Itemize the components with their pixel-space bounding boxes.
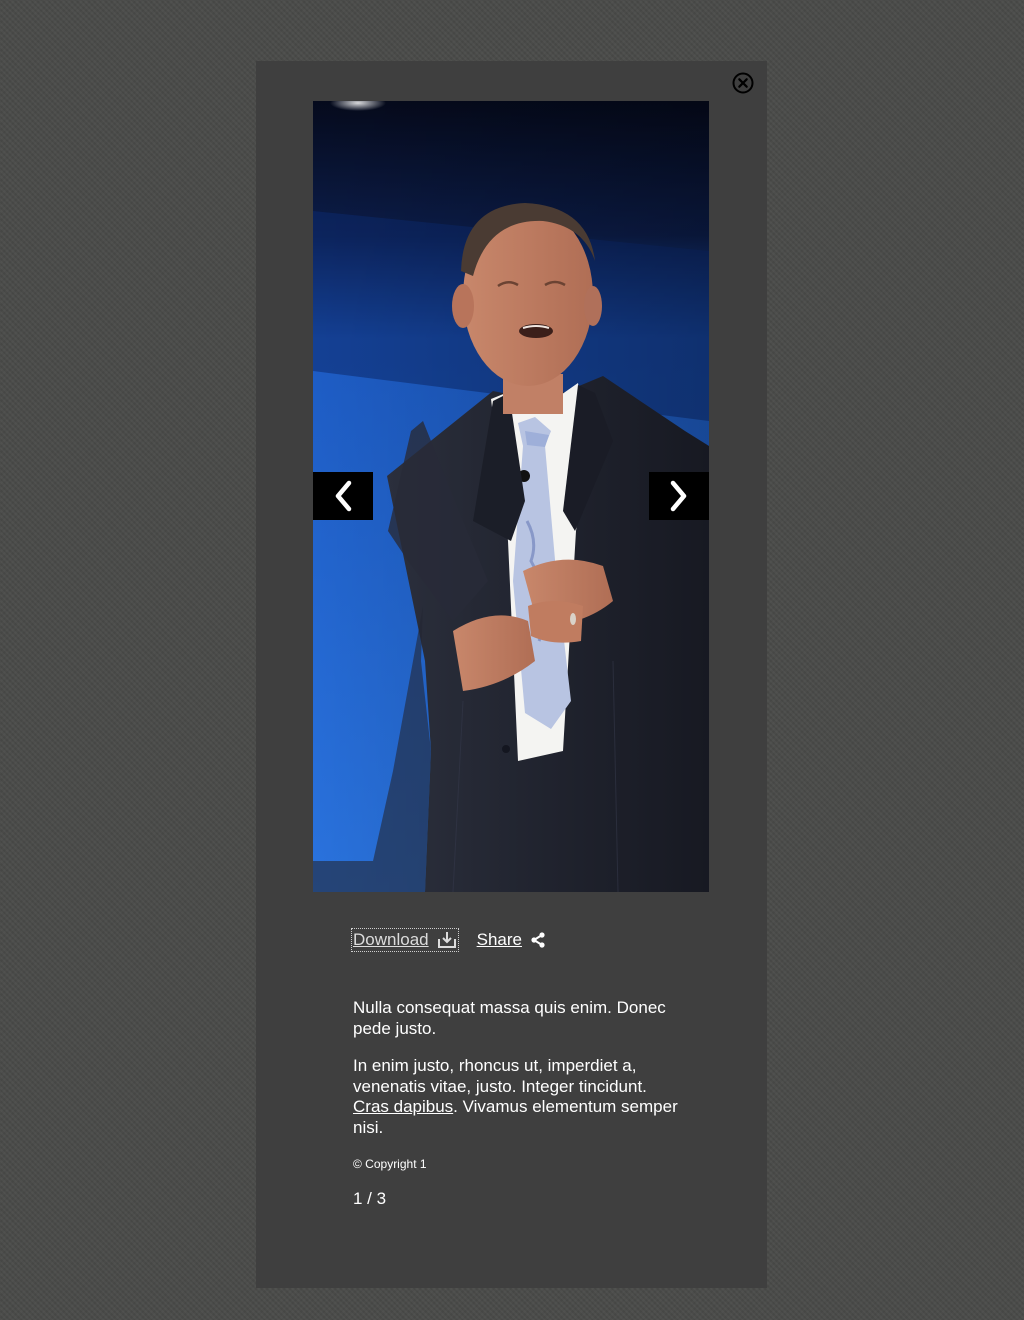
gallery-image	[313, 101, 709, 892]
download-label: Download	[353, 930, 429, 949]
caption-text: In enim justo, rhoncus ut, imperdiet a, …	[353, 1056, 647, 1096]
caption-paragraph-2: In enim justo, rhoncus ut, imperdiet a, …	[353, 1056, 683, 1138]
chevron-right-icon	[670, 480, 687, 512]
download-link[interactable]: Download	[351, 928, 459, 952]
next-image-button[interactable]	[649, 472, 709, 520]
image-counter: 1 / 3	[353, 1189, 387, 1208]
copyright-notice: © Copyright 1	[353, 1157, 427, 1171]
image-actions: Download Share	[351, 928, 546, 952]
close-button[interactable]	[732, 72, 754, 94]
chevron-left-icon	[335, 480, 352, 512]
caption-paragraph-1: Nulla consequat massa quis enim. Donec p…	[353, 998, 666, 1038]
image-caption: Nulla consequat massa quis enim. Donec p…	[353, 998, 683, 1155]
share-label: Share	[476, 930, 522, 949]
download-icon	[437, 932, 456, 948]
previous-image-button[interactable]	[313, 472, 373, 520]
lightbox-modal: Download Share Nulla consequat massa qui…	[256, 61, 767, 1288]
share-link[interactable]: Share	[477, 930, 546, 950]
share-icon	[531, 932, 545, 948]
close-circle-icon	[732, 72, 754, 94]
caption-link[interactable]: Cras dapibus	[353, 1097, 453, 1116]
